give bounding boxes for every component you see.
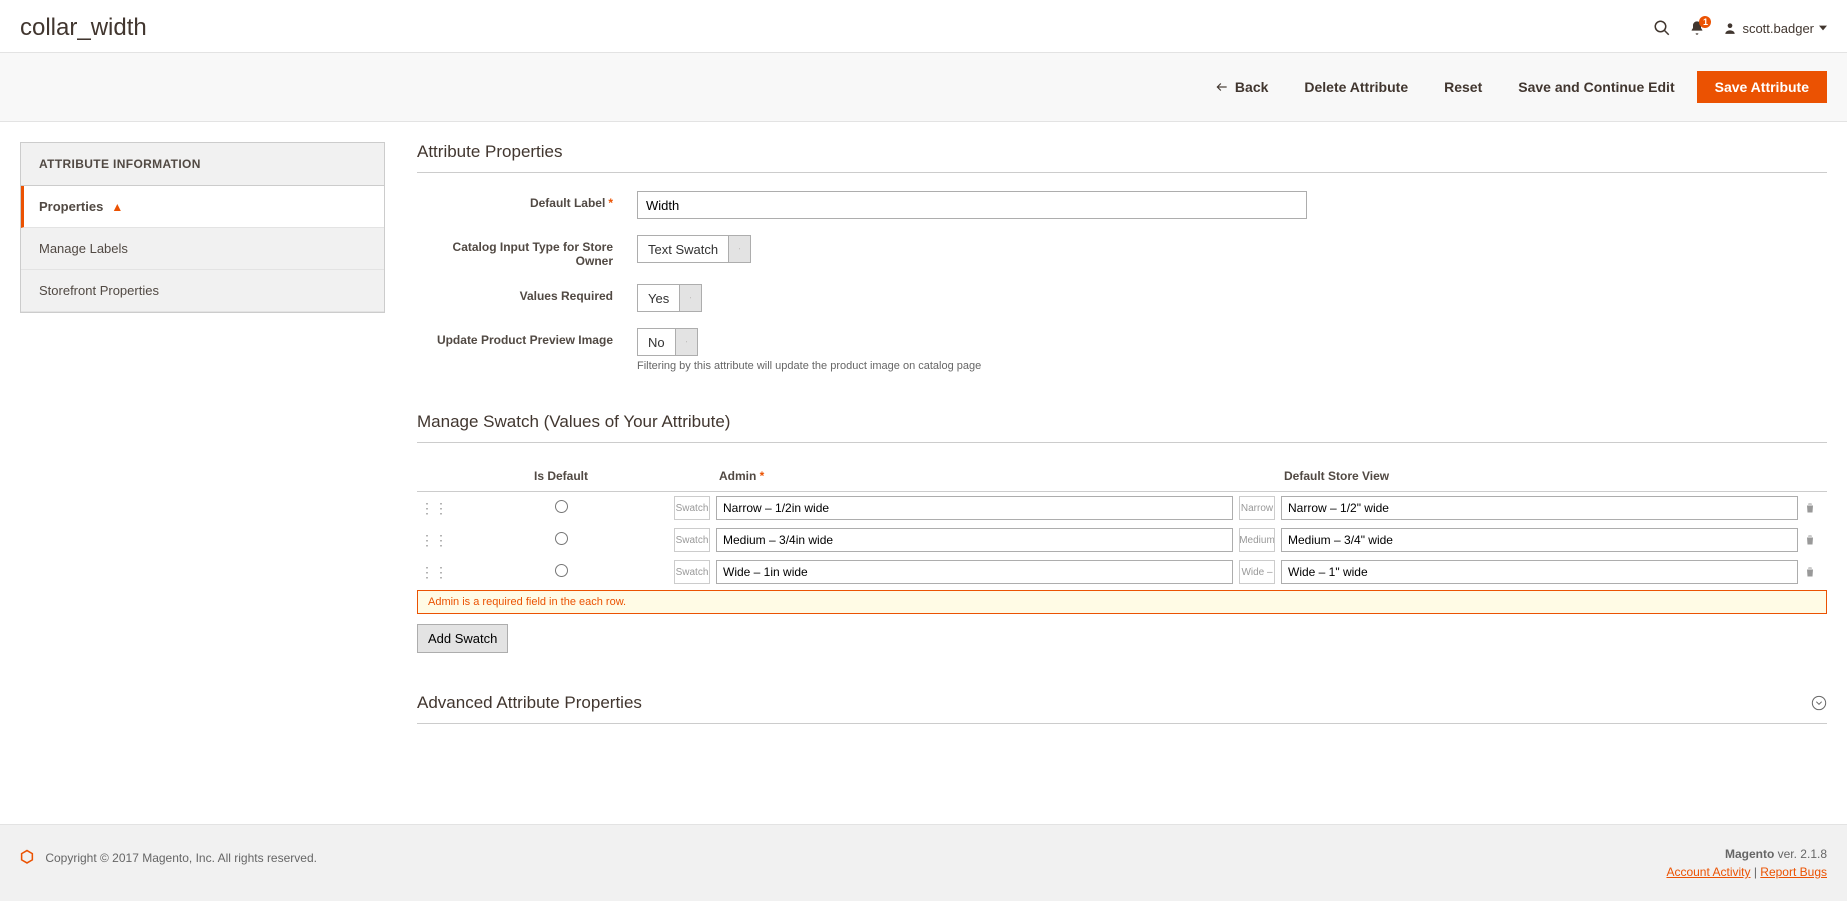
attribute-properties-section: Attribute Properties Default Label* Cata… bbox=[417, 142, 1827, 372]
delete-row-icon[interactable] bbox=[1801, 524, 1827, 556]
admin-swatch-preview[interactable]: Swatch bbox=[674, 528, 710, 552]
magento-logo-icon: ⬡ bbox=[20, 849, 34, 866]
col-default-store: Default Store View bbox=[1278, 461, 1801, 492]
store-value-input[interactable] bbox=[1281, 496, 1798, 520]
copyright-text: Copyright © 2017 Magento, Inc. All right… bbox=[45, 851, 317, 865]
search-icon[interactable] bbox=[1653, 19, 1671, 37]
manage-swatch-section: Manage Swatch (Values of Your Attribute)… bbox=[417, 412, 1827, 653]
admin-swatch-preview[interactable]: Swatch bbox=[674, 496, 710, 520]
section-title-advanced[interactable]: Advanced Attribute Properties bbox=[417, 693, 1827, 724]
header-tools: 1 scott.badger bbox=[1653, 19, 1827, 37]
chevron-down-icon bbox=[675, 329, 697, 355]
add-swatch-button[interactable]: Add Swatch bbox=[417, 624, 508, 653]
main-content: Attribute Properties Default Label* Cata… bbox=[417, 142, 1827, 764]
section-title-swatch: Manage Swatch (Values of Your Attribute) bbox=[417, 412, 1827, 443]
reset-button[interactable]: Reset bbox=[1426, 71, 1500, 103]
admin-value-input[interactable] bbox=[716, 560, 1233, 584]
drag-handle-icon[interactable]: ⋮⋮ bbox=[417, 524, 451, 556]
save-continue-button[interactable]: Save and Continue Edit bbox=[1500, 71, 1692, 103]
sidebar-item-properties[interactable]: Properties ▲ bbox=[21, 186, 384, 228]
drag-handle-icon[interactable]: ⋮⋮ bbox=[417, 492, 451, 525]
store-swatch-preview[interactable]: Medium bbox=[1239, 528, 1275, 552]
arrow-left-icon bbox=[1215, 80, 1229, 94]
is-default-radio[interactable] bbox=[555, 532, 568, 545]
page-footer: ⬡ Copyright © 2017 Magento, Inc. All rig… bbox=[0, 824, 1847, 901]
values-required-select[interactable]: Yes bbox=[637, 284, 702, 312]
delete-attribute-button[interactable]: Delete Attribute bbox=[1286, 71, 1426, 103]
col-is-default: Is Default bbox=[451, 461, 671, 492]
table-row: ⋮⋮ Swatch Wide – bbox=[417, 556, 1827, 588]
input-type-label: Catalog Input Type for Store Owner bbox=[417, 235, 637, 268]
user-menu[interactable]: scott.badger bbox=[1723, 21, 1827, 36]
store-swatch-preview[interactable]: Wide – bbox=[1239, 560, 1275, 584]
default-label-label: Default Label* bbox=[417, 191, 637, 210]
warning-icon: ▲ bbox=[111, 200, 123, 214]
update-preview-label: Update Product Preview Image bbox=[417, 328, 637, 347]
swatch-table: Is Default Admin * Default Store View ⋮⋮… bbox=[417, 461, 1827, 588]
back-button[interactable]: Back bbox=[1197, 71, 1286, 103]
account-activity-link[interactable]: Account Activity bbox=[1666, 865, 1750, 879]
notification-bell-icon[interactable]: 1 bbox=[1689, 20, 1705, 36]
update-preview-select[interactable]: No bbox=[637, 328, 698, 356]
user-icon bbox=[1723, 21, 1737, 35]
sidebar-heading: ATTRIBUTE INFORMATION bbox=[21, 143, 384, 186]
swatch-error-banner: Admin is a required field in the each ro… bbox=[417, 590, 1827, 614]
table-row: ⋮⋮ Swatch Medium bbox=[417, 524, 1827, 556]
delete-row-icon[interactable] bbox=[1801, 492, 1827, 525]
save-attribute-button[interactable]: Save Attribute bbox=[1697, 71, 1827, 103]
is-default-radio[interactable] bbox=[555, 564, 568, 577]
report-bugs-link[interactable]: Report Bugs bbox=[1760, 865, 1827, 879]
is-default-radio[interactable] bbox=[555, 500, 568, 513]
sidebar-item-manage-labels[interactable]: Manage Labels bbox=[21, 228, 384, 270]
default-label-input[interactable] bbox=[637, 191, 1307, 219]
input-type-select[interactable]: Text Swatch bbox=[637, 235, 751, 263]
store-swatch-preview[interactable]: Narrow bbox=[1239, 496, 1275, 520]
admin-value-input[interactable] bbox=[716, 528, 1233, 552]
values-required-label: Values Required bbox=[417, 284, 637, 303]
admin-swatch-preview[interactable]: Swatch bbox=[674, 560, 710, 584]
col-admin: Admin * bbox=[713, 461, 1236, 492]
section-title-properties: Attribute Properties bbox=[417, 142, 1827, 173]
sidebar-item-storefront-properties[interactable]: Storefront Properties bbox=[21, 270, 384, 312]
chevron-down-icon bbox=[1819, 24, 1827, 32]
store-value-input[interactable] bbox=[1281, 560, 1798, 584]
delete-row-icon[interactable] bbox=[1801, 556, 1827, 588]
chevron-down-icon bbox=[679, 285, 701, 311]
page-title: collar_width bbox=[20, 14, 147, 42]
actions-bar: Back Delete Attribute Reset Save and Con… bbox=[0, 53, 1847, 122]
drag-handle-icon[interactable]: ⋮⋮ bbox=[417, 556, 451, 588]
store-value-input[interactable] bbox=[1281, 528, 1798, 552]
chevron-down-icon bbox=[728, 236, 750, 262]
advanced-properties-section: Advanced Attribute Properties bbox=[417, 693, 1827, 724]
table-row: ⋮⋮ Swatch Narrow bbox=[417, 492, 1827, 525]
update-preview-hint: Filtering by this attribute will update … bbox=[637, 360, 1337, 372]
notification-badge: 1 bbox=[1699, 16, 1711, 28]
admin-value-input[interactable] bbox=[716, 496, 1233, 520]
page-header: collar_width 1 scott.badger bbox=[0, 0, 1847, 53]
chevron-down-circle-icon bbox=[1811, 695, 1827, 711]
sidebar: ATTRIBUTE INFORMATION Properties ▲ Manag… bbox=[20, 142, 385, 764]
